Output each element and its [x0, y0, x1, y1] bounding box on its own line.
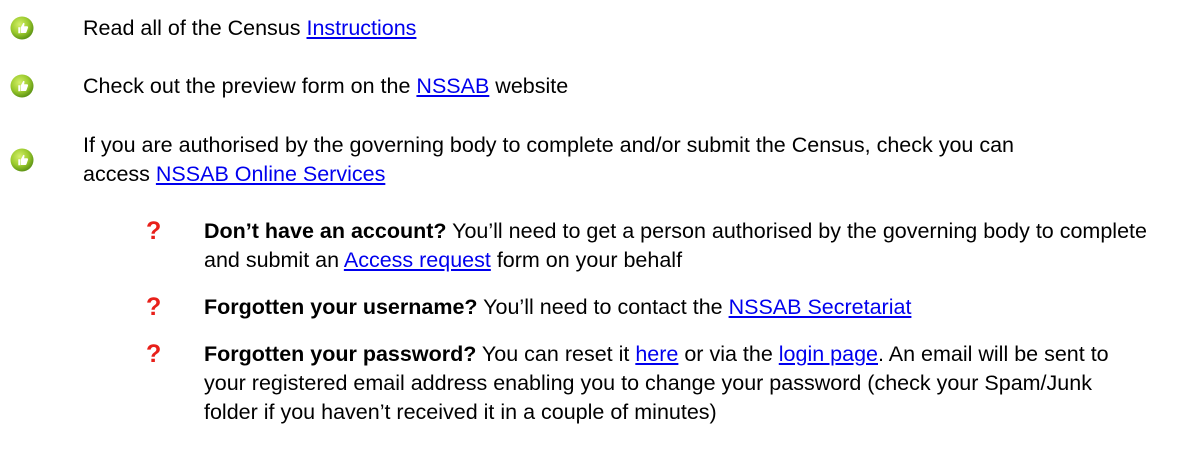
question-mark-icon: ? — [146, 293, 162, 321]
checklist-text-before: Check out the preview form on the — [83, 74, 417, 98]
nssab-secretariat-link[interactable]: NSSAB Secretariat — [729, 295, 912, 319]
thumbs-up-icon — [10, 148, 34, 172]
census-checklist: Read all of the Census Instructions Chec… — [0, 0, 1178, 452]
question-heading: Forgotten your password? — [204, 342, 477, 366]
login-page-link[interactable]: login page — [779, 342, 878, 366]
question-mark-icon: ? — [146, 217, 162, 245]
thumbs-up-icon — [10, 16, 34, 40]
reset-password-here-link[interactable]: here — [635, 342, 678, 366]
access-request-link[interactable]: Access request — [344, 248, 491, 272]
thumbs-up-icon — [10, 74, 34, 98]
question-text-before: You can reset it — [476, 342, 636, 366]
question-text-before: You’ll need to contact the — [477, 295, 729, 319]
checklist-text: Check out the preview form on the NSSAB … — [83, 72, 1143, 101]
question-mark-icon: ? — [146, 340, 162, 368]
nssab-online-services-link[interactable]: NSSAB Online Services — [156, 162, 385, 186]
question-text: Forgotten your password? You can reset i… — [204, 340, 1149, 427]
instructions-link[interactable]: Instructions — [307, 16, 417, 40]
question-heading: Forgotten your username? — [204, 295, 478, 319]
question-text-middle: or via the — [678, 342, 779, 366]
checklist-text-before: Read all of the Census — [83, 16, 307, 40]
question-text: Forgotten your username? You’ll need to … — [204, 293, 1149, 322]
question-text-after: form on your behalf — [490, 248, 683, 272]
checklist-text: If you are authorised by the governing b… — [83, 131, 1083, 189]
checklist-text: Read all of the Census Instructions — [83, 14, 1143, 43]
nssab-website-link[interactable]: NSSAB — [416, 74, 489, 98]
checklist-text-after: website — [489, 74, 569, 98]
question-text: Don’t have an account? You’ll need to ge… — [204, 217, 1149, 275]
question-heading: Don’t have an account? — [204, 219, 447, 243]
